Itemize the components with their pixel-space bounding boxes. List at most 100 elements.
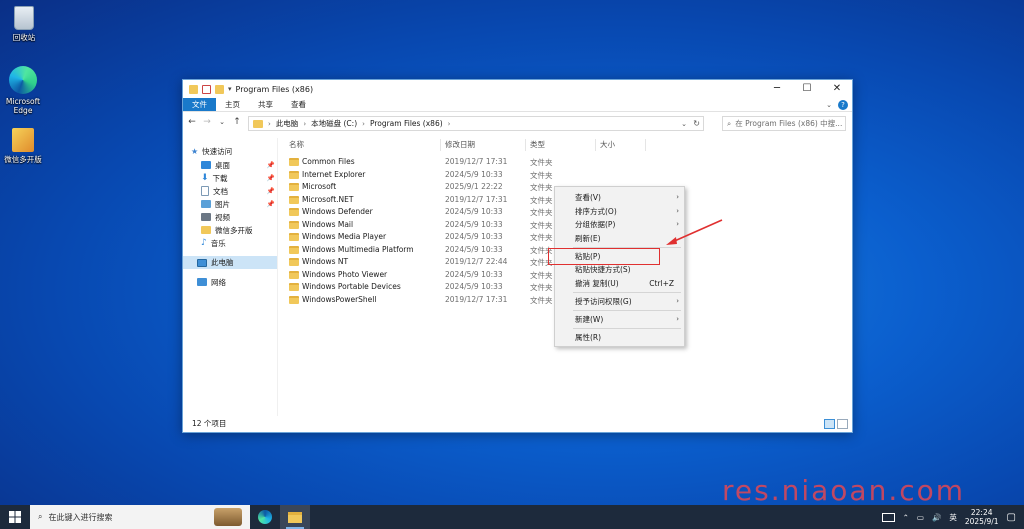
file-date: 2019/12/7 17:31 (445, 157, 508, 166)
desktop-icon-recycle-bin[interactable]: 回收站 (0, 6, 51, 42)
folder-icon (201, 226, 211, 234)
menu-item-view[interactable]: 查看(V) › (555, 191, 686, 204)
nav-item-videos[interactable]: 视频 (201, 211, 277, 223)
recent-dropdown-icon[interactable]: ⌄ (217, 118, 227, 126)
address-bar[interactable]: › 此电脑 › 本地磁盘 (C:) › Program Files (x86) … (248, 116, 704, 131)
refresh-icon[interactable]: ↻ (693, 119, 700, 128)
file-name: Windows Defender (302, 207, 373, 216)
new-folder-icon[interactable] (215, 84, 224, 94)
back-arrow-icon[interactable]: ← (187, 117, 197, 127)
taskbar-search[interactable]: ⌕ 在此键入进行搜索 (30, 505, 250, 529)
file-type: 文件夹 (530, 170, 553, 180)
folder-icon (289, 158, 299, 166)
ribbon-tabs: 文件 主页 共享 查看 ⌄ ? (183, 98, 852, 112)
picture-icon (201, 200, 211, 208)
network-icon[interactable]: ▭ (917, 513, 924, 522)
tab-home[interactable]: 主页 (216, 98, 249, 111)
file-date: 2024/5/9 10:33 (445, 219, 503, 229)
expand-ribbon-icon[interactable]: ⌄ (826, 101, 832, 109)
properties-icon[interactable] (202, 84, 211, 94)
nav-item-quick-access[interactable]: ★ 快速访问 (191, 145, 277, 157)
taskbar-edge[interactable] (250, 505, 280, 529)
file-row[interactable]: Internet Explorer 2024/5/9 10:33 文件夹 (289, 169, 679, 182)
search-box[interactable]: ⌕ 在 Program Files (x86) 中搜... (722, 116, 846, 131)
file-date: 2019/12/7 22:44 (445, 257, 508, 266)
keyboard-icon[interactable] (881, 512, 895, 522)
desktop-icon-wechat-multi[interactable]: 微信多开版 (0, 128, 50, 164)
column-divider[interactable] (525, 139, 526, 151)
column-header-type[interactable]: 类型 (530, 139, 545, 151)
file-row[interactable]: Common Files 2019/12/7 17:31 文件夹 (289, 156, 679, 169)
address-dropdown-icon[interactable]: ⌄ (681, 120, 687, 128)
column-divider[interactable] (440, 139, 441, 151)
column-divider[interactable] (645, 139, 646, 151)
forward-arrow-icon[interactable]: → (202, 117, 212, 127)
chevron-right-icon[interactable]: › (448, 120, 451, 128)
nav-item-wechat-multi[interactable]: 微信多开版 (201, 224, 277, 236)
quick-access-dropdown-icon[interactable]: ▾ (228, 85, 232, 93)
notification-icon[interactable]: ▢ (1007, 512, 1016, 523)
breadcrumb-program-files[interactable]: Program Files (x86) (370, 119, 443, 128)
nav-item-music[interactable]: ♪ 音乐 (201, 237, 277, 249)
nav-label: 视频 (215, 212, 230, 222)
clock-time: 22:24 (970, 508, 993, 517)
title-bar: ▾ Program Files (x86) (183, 80, 852, 98)
pane-divider[interactable] (277, 138, 278, 416)
menu-label: 排序方式(O) (575, 206, 617, 216)
chevron-right-icon[interactable]: › (268, 120, 271, 128)
help-icon[interactable]: ? (838, 100, 848, 110)
explorer-window: ▾ Program Files (x86) ─ ☐ ✕ 文件 主页 共享 查看 … (182, 79, 853, 433)
nav-item-this-pc[interactable]: 此电脑 (183, 256, 277, 269)
large-icons-view-icon[interactable] (837, 419, 848, 429)
chevron-right-icon[interactable]: › (303, 120, 306, 128)
folder-icon (189, 84, 198, 94)
file-name: Windows Media Player (302, 232, 387, 241)
column-divider[interactable] (595, 139, 596, 151)
minimize-button[interactable]: ─ (762, 80, 792, 98)
column-header-name[interactable]: 名称 (289, 139, 304, 151)
nav-label: 图片 (215, 199, 230, 209)
nav-item-network[interactable]: 网络 (197, 276, 277, 288)
search-icon: ⌕ (727, 118, 732, 128)
nav-item-downloads[interactable]: ⬇ 下载 📌 (201, 172, 277, 184)
folder-icon (289, 220, 299, 229)
tab-file[interactable]: 文件 (183, 98, 216, 111)
nav-item-desktop[interactable]: 桌面 📌 (201, 159, 277, 171)
menu-item-grant-access[interactable]: 授予访问权限(G) › (555, 295, 686, 308)
close-button[interactable]: ✕ (822, 80, 852, 98)
file-type: 文件夹 (530, 220, 553, 230)
taskbar-file-explorer[interactable] (280, 505, 310, 529)
menu-item-sort-by[interactable]: 排序方式(O) › (555, 205, 686, 218)
breadcrumb-local-disk[interactable]: 本地磁盘 (C:) (311, 118, 357, 129)
network-icon (197, 278, 207, 286)
pin-icon: 📌 (266, 161, 275, 169)
menu-item-new[interactable]: 新建(W) › (555, 313, 686, 326)
menu-item-properties[interactable]: 属性(R) (555, 331, 686, 344)
ime-indicator[interactable]: 英 (949, 512, 957, 523)
breadcrumb-this-pc[interactable]: 此电脑 (276, 118, 299, 129)
pin-icon: 📌 (266, 187, 275, 195)
details-view-icon[interactable] (824, 419, 835, 429)
chevron-right-icon[interactable]: › (362, 120, 365, 128)
chevron-up-icon[interactable]: ⌃ (903, 513, 909, 522)
folder-icon (289, 170, 299, 179)
clock-date: 2025/9/1 (964, 517, 999, 526)
tab-share[interactable]: 共享 (249, 98, 282, 111)
search-icon: ⌕ (38, 512, 43, 521)
file-name: Windows NT (302, 257, 349, 266)
up-arrow-icon[interactable]: ↑ (232, 117, 242, 127)
menu-item-undo-copy[interactable]: 撤消 复制(U) Ctrl+Z (555, 277, 686, 290)
chevron-right-icon: › (676, 314, 679, 323)
folder-icon (289, 283, 299, 291)
watermark-text: res.niaoan.com (722, 474, 966, 507)
column-header-date[interactable]: 修改日期 (445, 139, 475, 151)
volume-icon[interactable]: 🔊 (932, 513, 941, 522)
maximize-button[interactable]: ☐ (792, 80, 822, 98)
desktop-icon-edge[interactable]: Microsoft Edge (0, 66, 50, 115)
start-button[interactable] (0, 505, 30, 529)
nav-item-pictures[interactable]: 图片 📌 (201, 198, 277, 210)
column-header-size[interactable]: 大小 (600, 139, 615, 151)
nav-item-documents[interactable]: 文档 📌 (201, 185, 277, 197)
clock[interactable]: 22:24 2025/9/1 (965, 508, 999, 526)
tab-view[interactable]: 查看 (282, 98, 315, 111)
